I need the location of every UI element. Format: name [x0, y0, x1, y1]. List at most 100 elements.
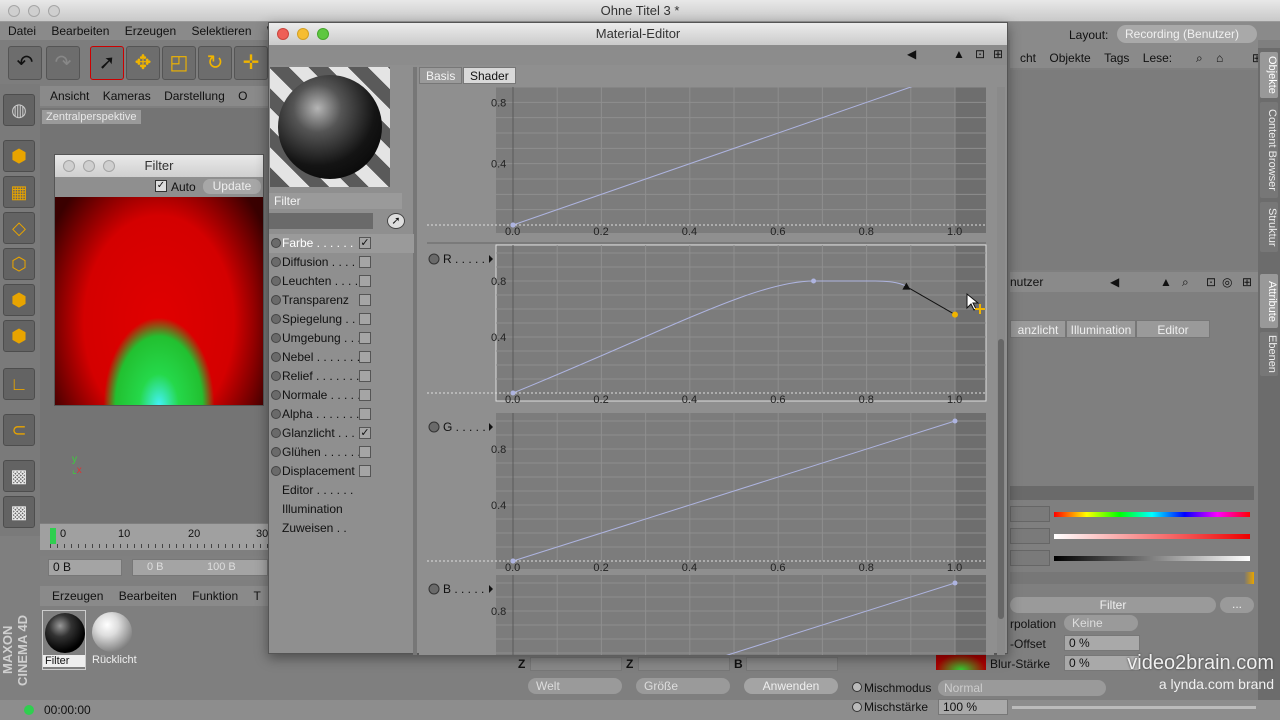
grid-snap-icon[interactable]: ▩	[3, 496, 35, 528]
menu-objekte[interactable]: Objekte	[1049, 51, 1090, 65]
curve-knot[interactable]	[811, 278, 817, 284]
channel-checkbox[interactable]	[359, 389, 371, 401]
channel-item-diffusion[interactable]: Diffusion . . . .	[269, 253, 414, 272]
menu-darstellung[interactable]: Darstellung	[164, 89, 225, 103]
polygons-mode-icon[interactable]: ⬢	[3, 320, 35, 352]
apply-button[interactable]: Anwenden	[744, 678, 838, 694]
target-icon[interactable]: ◎	[1222, 272, 1232, 292]
channel-item-relief[interactable]: Relief . . . . . . .	[269, 367, 414, 386]
tab-editor[interactable]: Editor	[1136, 320, 1210, 338]
channel-checkbox[interactable]	[359, 294, 371, 306]
grid-sphere-icon[interactable]: ◍	[3, 94, 35, 126]
channel-item-umgebung[interactable]: Umgebung . . . .	[269, 329, 414, 348]
back-arrow-icon[interactable]: ◀	[907, 47, 916, 61]
channel-checkbox[interactable]	[359, 370, 371, 382]
menu-cht[interactable]: cht	[1020, 51, 1036, 65]
undo-icon[interactable]: ↶	[8, 46, 42, 80]
menu-erzeugen[interactable]: Erzeugen	[125, 24, 176, 38]
channel-checkbox[interactable]	[359, 256, 371, 268]
minimize-icon[interactable]	[28, 5, 40, 17]
expand-arrow-icon[interactable]	[489, 423, 493, 431]
channel-checkbox[interactable]	[359, 313, 371, 325]
z-size-field[interactable]	[638, 657, 730, 671]
filter-shader-button[interactable]: Filter	[1010, 597, 1216, 613]
tab-attribute[interactable]: Attribute	[1260, 274, 1278, 328]
zoom-icon[interactable]	[103, 160, 115, 172]
search-icon[interactable]: ⌕	[1196, 48, 1203, 68]
layout-select[interactable]: Recording (Benutzer)	[1117, 25, 1257, 43]
menu-datei[interactable]: Datei	[8, 24, 36, 38]
minimize-icon[interactable]	[83, 160, 95, 172]
channel-item-farbe[interactable]: Farbe . . . . . . ✓	[269, 234, 414, 253]
close-icon[interactable]	[63, 160, 75, 172]
material-ruecklicht[interactable]: Rücklicht	[90, 610, 137, 670]
channel-checkbox[interactable]: ✓	[359, 427, 371, 439]
channel-item-glanzlicht[interactable]: Glanzlicht . . . ✓	[269, 424, 414, 443]
mix-mode-keyframe-icon[interactable]	[852, 682, 862, 692]
picker-arrow-icon[interactable]: ➚	[387, 213, 405, 229]
size-mode-select[interactable]: Größe	[636, 678, 730, 694]
channel-item-alpha[interactable]: Alpha . . . . . . .	[269, 405, 414, 424]
mix-mode-select[interactable]: Normal	[938, 680, 1106, 696]
new-panel-icon[interactable]: ⊞	[993, 47, 1003, 61]
lock-icon[interactable]: ⊡	[1206, 272, 1216, 292]
channel-item-spiegelung[interactable]: Spiegelung . . .	[269, 310, 414, 329]
expand-arrow-icon[interactable]	[489, 585, 493, 593]
model-mode-icon[interactable]: ⬢	[3, 140, 35, 172]
channel-checkbox[interactable]	[359, 465, 371, 477]
mix-strength-slider[interactable]	[1012, 706, 1256, 709]
menu-erzeugen[interactable]: Erzeugen	[52, 589, 103, 603]
channel-keyframe-icon[interactable]	[428, 583, 440, 595]
curve-knot[interactable]	[510, 390, 516, 396]
menu-tags[interactable]: Tags	[1104, 51, 1129, 65]
up-arrow-icon[interactable]: ▲	[1160, 272, 1172, 292]
texture-mode-icon[interactable]: ▦	[3, 176, 35, 208]
value-slider[interactable]	[1054, 556, 1250, 561]
timeline-playhead[interactable]	[50, 528, 56, 544]
curve-graphs[interactable]: 0.0 0.2 0.4 0.6 0.8 1.0 0.4 0.8 0.0 0.2 0.4 0.6 0.8 1…	[419, 87, 994, 655]
graphs-scrollbar[interactable]	[997, 87, 1005, 655]
timeline[interactable]: 0 10 20 30	[40, 524, 268, 550]
home-icon[interactable]: ⌂	[1216, 48, 1223, 68]
curve-knot[interactable]	[510, 558, 516, 564]
material-preview[interactable]	[270, 67, 390, 187]
menu-funktion[interactable]: Funktion	[192, 589, 238, 603]
hue-slider[interactable]	[1054, 512, 1250, 517]
zoom-icon[interactable]	[48, 5, 60, 17]
menu-bearbeiten[interactable]: Bearbeiten	[51, 24, 109, 38]
tab-objekte[interactable]: Objekte	[1260, 52, 1278, 98]
editor-item[interactable]: Editor . . . . . .	[269, 481, 414, 500]
minimize-icon[interactable]	[297, 28, 309, 40]
zoom-icon[interactable]	[317, 28, 329, 40]
editor-item[interactable]: Zuweisen . .	[269, 519, 414, 538]
channel-name-field[interactable]: Filter	[269, 193, 402, 209]
channel-keyframe-icon[interactable]	[428, 253, 440, 265]
channel-item-nebel[interactable]: Nebel . . . . . . .	[269, 348, 414, 367]
search-icon[interactable]: ⌕	[1182, 272, 1189, 292]
edges-mode-icon[interactable]: ⬢	[3, 284, 35, 316]
move-icon[interactable]: ✥	[126, 46, 160, 80]
tab-basis[interactable]: Basis	[419, 67, 463, 84]
value-field[interactable]	[1010, 550, 1050, 566]
channel-checkbox[interactable]	[359, 408, 371, 420]
coordinate-system-select[interactable]: Welt	[528, 678, 622, 694]
tab-glanzlicht[interactable]: anzlicht	[1010, 320, 1066, 338]
curves-svg[interactable]: 0.0 0.2 0.4 0.6 0.8 1.0 0.4 0.8 0.0 0.2 0.4 0.6 0.8 1…	[419, 87, 994, 655]
tab-illumination[interactable]: Illumination	[1066, 320, 1136, 338]
tab-content-browser[interactable]: Content Browser	[1260, 102, 1278, 198]
menu-bearbeiten[interactable]: Bearbeiten	[119, 589, 177, 603]
channel-checkbox[interactable]	[359, 332, 371, 344]
saturation-slider[interactable]	[1054, 534, 1250, 539]
axis-icon[interactable]: ∟	[3, 368, 35, 400]
b-rotation-field[interactable]	[746, 657, 838, 671]
channel-checkbox[interactable]	[359, 351, 371, 363]
channel-item-glühen[interactable]: Glühen . . . . . .	[269, 443, 414, 462]
graph-background[interactable]	[496, 575, 986, 655]
mix-strength-keyframe-icon[interactable]	[852, 702, 862, 712]
editor-item[interactable]: Illumination	[269, 500, 414, 519]
auto-checkbox[interactable]: ✓	[155, 180, 167, 192]
tab-shader[interactable]: Shader	[463, 67, 516, 84]
channel-search-field[interactable]	[269, 213, 373, 229]
material-filter[interactable]: Filter	[42, 610, 86, 670]
channel-item-normale[interactable]: Normale . . . . .	[269, 386, 414, 405]
